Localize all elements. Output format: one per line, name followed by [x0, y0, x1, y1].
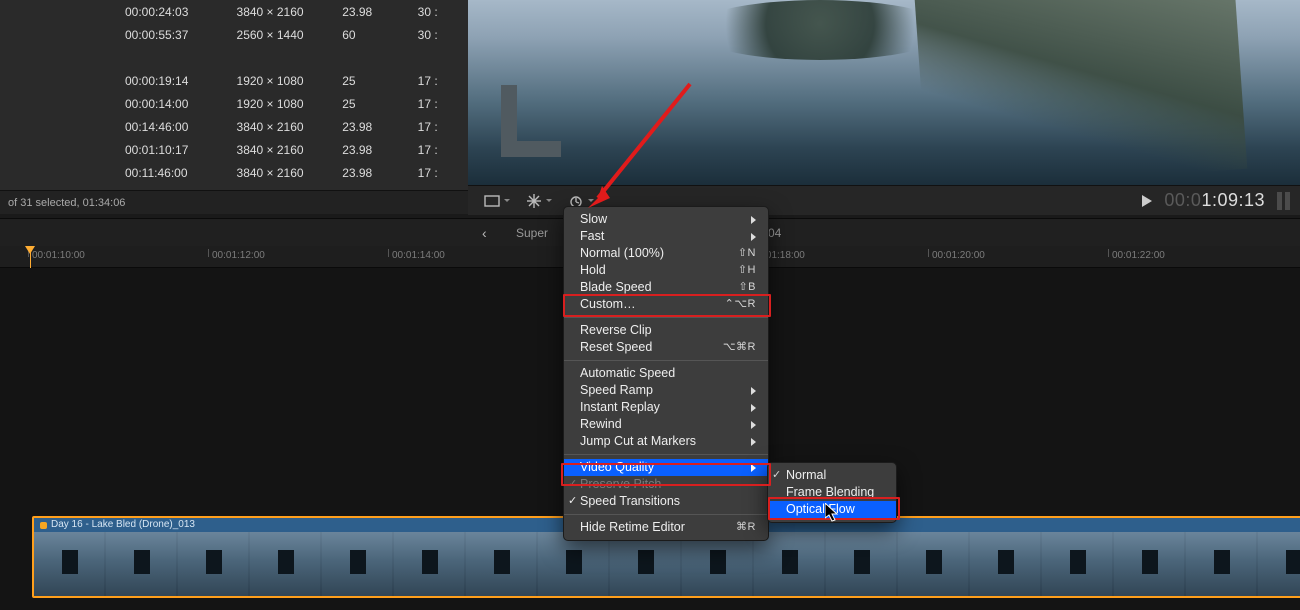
menu-rewind[interactable]: Rewind — [564, 416, 768, 433]
menu-hold[interactable]: Hold⇧H — [564, 262, 768, 279]
cell-count — [418, 46, 468, 69]
cell-count: 17 : — [418, 115, 468, 138]
submenu-optical-flow[interactable]: Optical Flow — [768, 501, 896, 518]
cell-count: 17 : — [418, 92, 468, 115]
table-row[interactable]: 00:01:10:173840 × 216023.9817 : — [0, 138, 468, 161]
table-row[interactable]: 00:00:14:001920 × 10802517 : — [0, 92, 468, 115]
cell-resolution: 3840 × 2160 — [237, 115, 343, 138]
media-table: 00:00:24:033840 × 216023.9830 :00:00:55:… — [0, 0, 468, 184]
cell-fps: 60 — [342, 23, 417, 46]
cell-fps: 23.98 — [342, 0, 417, 23]
ruler-tick[interactable]: 00:01:10:00 — [28, 246, 208, 267]
menu-speed-ramp[interactable]: Speed Ramp — [564, 382, 768, 399]
menu-speed-transitions[interactable]: ✓Speed Transitions — [564, 493, 768, 510]
cell-resolution: 1920 × 1080 — [237, 69, 343, 92]
cell-resolution: 3840 × 2160 — [237, 161, 343, 184]
menu-fast[interactable]: Fast — [564, 228, 768, 245]
menu-reset-speed[interactable]: Reset Speed⌥⌘R — [564, 339, 768, 356]
menu-normal[interactable]: Normal (100%)⇧N — [564, 245, 768, 262]
enhance-tool-icon[interactable] — [524, 191, 544, 211]
viewer-timecode[interactable]: 00:01:09:13 — [1164, 190, 1265, 211]
ruler-tick[interactable]: 00:01:18:00 — [748, 246, 928, 267]
cell-start: 00:00:24:03 — [0, 0, 237, 23]
retime-menu[interactable]: Slow Fast Normal (100%)⇧N Hold⇧H Blade S… — [563, 206, 769, 541]
cell-count: 17 : — [418, 69, 468, 92]
ruler-tick[interactable]: 00:01:20:00 — [928, 246, 1108, 267]
crop-mark-icon — [501, 85, 561, 157]
cell-fps: 25 — [342, 92, 417, 115]
ruler-tick[interactable]: 00:01:22:00 — [1108, 246, 1288, 267]
clip-filmstrip[interactable] — [34, 532, 1300, 596]
menu-reverse[interactable]: Reverse Clip — [564, 322, 768, 339]
cell-start — [0, 46, 237, 69]
play-button-icon[interactable] — [1142, 195, 1152, 207]
table-row[interactable]: 00:11:46:003840 × 216023.9817 : — [0, 161, 468, 184]
cell-count: 30 : — [418, 23, 468, 46]
cell-fps: 23.98 — [342, 138, 417, 161]
table-row[interactable]: 00:00:24:033840 × 216023.9830 : — [0, 0, 468, 23]
menu-hide-retime[interactable]: Hide Retime Editor⌘R — [564, 519, 768, 536]
cell-fps — [342, 46, 417, 69]
cell-start: 00:11:46:00 — [0, 161, 237, 184]
cell-count: 17 : — [418, 161, 468, 184]
cell-start: 00:00:19:14 — [0, 69, 237, 92]
table-row[interactable]: 00:00:55:372560 × 14406030 : — [0, 23, 468, 46]
cell-count: 30 : — [418, 0, 468, 23]
menu-instant-replay[interactable]: Instant Replay — [564, 399, 768, 416]
cell-fps: 23.98 — [342, 115, 417, 138]
menu-video-quality[interactable]: Video Quality — [564, 459, 768, 476]
menu-jump-cut[interactable]: Jump Cut at Markers — [564, 433, 768, 450]
cell-fps: 23.98 — [342, 161, 417, 184]
cell-start: 00:00:55:37 — [0, 23, 237, 46]
submenu-frame-blending[interactable]: Frame Blending — [768, 484, 896, 501]
cell-start: 00:00:14:00 — [0, 92, 237, 115]
menu-automatic-speed[interactable]: Automatic Speed — [564, 365, 768, 382]
menu-blade[interactable]: Blade Speed⇧B — [564, 279, 768, 296]
project-name: Super — [516, 226, 548, 240]
submenu-normal[interactable]: ✓Normal — [768, 467, 896, 484]
cell-resolution: 3840 × 2160 — [237, 138, 343, 161]
audio-meter-icon — [1277, 192, 1290, 210]
menu-slow[interactable]: Slow — [564, 211, 768, 228]
cell-start: 00:14:46:00 — [0, 115, 237, 138]
table-row[interactable]: 00:14:46:003840 × 216023.9817 : — [0, 115, 468, 138]
project-trailing: 04 — [768, 226, 781, 240]
table-row[interactable] — [0, 46, 468, 69]
cell-resolution — [237, 46, 343, 69]
ruler-tick[interactable]: 00:01:12:00 — [208, 246, 388, 267]
cell-count: 17 : — [418, 138, 468, 161]
table-row[interactable]: 00:00:19:141920 × 10802517 : — [0, 69, 468, 92]
clip-marker-icon — [40, 522, 47, 529]
transform-tool-icon[interactable] — [482, 191, 502, 211]
cell-resolution: 1920 × 1080 — [237, 92, 343, 115]
back-chevron-icon[interactable]: ‹ — [482, 225, 502, 241]
menu-custom[interactable]: Custom…⌃⌥R — [564, 296, 768, 313]
cell-fps: 25 — [342, 69, 417, 92]
clip-title: Day 16 - Lake Bled (Drone)_013 — [51, 518, 195, 532]
viewer[interactable] — [468, 0, 1300, 185]
video-quality-submenu[interactable]: ✓Normal Frame Blending Optical Flow — [767, 462, 897, 523]
cell-resolution: 3840 × 2160 — [237, 0, 343, 23]
cell-resolution: 2560 × 1440 — [237, 23, 343, 46]
media-browser[interactable]: 00:00:24:033840 × 216023.9830 :00:00:55:… — [0, 0, 468, 190]
ruler-tick[interactable]: 00:01:14:00 — [388, 246, 568, 267]
selection-status: of 31 selected, 01:34:06 — [0, 190, 468, 214]
cell-start: 00:01:10:17 — [0, 138, 237, 161]
menu-preserve-pitch: ✓Preserve Pitch — [564, 476, 768, 493]
